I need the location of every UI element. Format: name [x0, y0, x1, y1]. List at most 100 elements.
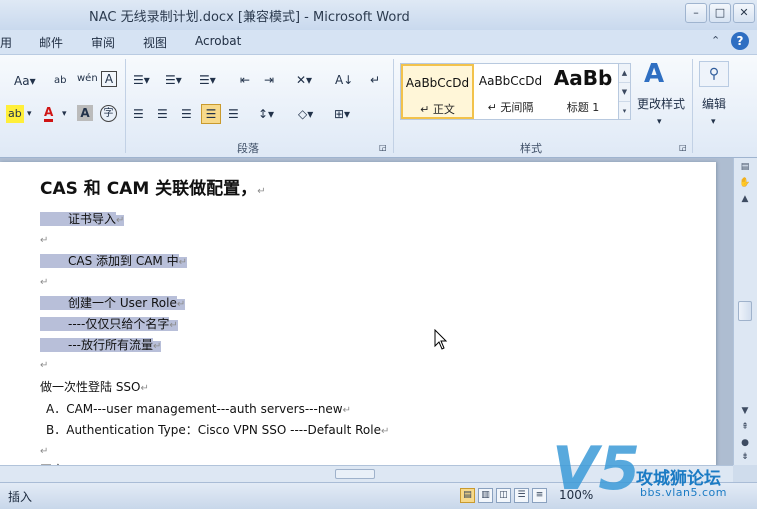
- horizontal-scroll-thumb[interactable]: [335, 469, 375, 479]
- print-layout-view-icon[interactable]: ▤: [460, 488, 475, 503]
- document-line[interactable]: 做一次性登陆 SSO↵: [40, 378, 149, 395]
- change-case-button[interactable]: Aa▾: [14, 72, 36, 90]
- document-line[interactable]: CAS 添加到 CAM 中↵: [40, 252, 187, 269]
- document-text: CAS 添加到 CAM 中: [40, 254, 179, 268]
- document-line[interactable]: CAS 和 CAM 关联做配置，↵: [40, 174, 266, 199]
- tab-mailings[interactable]: 邮件: [39, 34, 63, 51]
- style-name: ↵ 正文: [420, 103, 455, 116]
- asian-layout-button[interactable]: ✕▾: [296, 71, 312, 89]
- styles-dialog-launcher-icon[interactable]: ◲: [679, 139, 687, 157]
- change-styles-dropdown-icon[interactable]: ▾: [657, 113, 662, 131]
- editing-dropdown-icon[interactable]: ▾: [711, 113, 716, 131]
- insert-mode-status[interactable]: 插入: [8, 488, 32, 505]
- gallery-down-icon[interactable]: ▼: [619, 83, 630, 102]
- document-area: CAS 和 CAM 关联做配置，↵ 证书导入↵ ↵ CAS 添加到 CAM 中↵ ↵ 创建…: [0, 158, 733, 465]
- pan-hand-icon[interactable]: ✋: [737, 176, 753, 190]
- vertical-scrollbar[interactable]: ▤ ✋ ▲ ▼ ⇞ ● ⇟: [733, 158, 757, 465]
- gallery-more-icon[interactable]: ▾: [619, 102, 630, 121]
- align-center-button[interactable]: ☰: [157, 105, 168, 123]
- document-line[interactable]: ↵: [40, 443, 48, 457]
- maximize-button[interactable]: □: [709, 3, 731, 23]
- previous-page-icon[interactable]: ⇞: [737, 420, 753, 434]
- sort-button[interactable]: A↓: [335, 71, 353, 89]
- font-color-button[interactable]: A: [44, 105, 54, 122]
- font-color-dropdown-icon[interactable]: ▾: [62, 105, 67, 123]
- tab-review[interactable]: 审阅: [91, 34, 115, 51]
- tab-partial[interactable]: 用: [0, 34, 12, 51]
- style-name: 标题 1: [566, 101, 600, 114]
- document-text: B．Authentication Type：Cisco VPN SSO ----…: [46, 423, 381, 437]
- highlight-dropdown-icon[interactable]: ▾: [27, 105, 32, 123]
- document-line[interactable]: B．Authentication Type：Cisco VPN SSO ----…: [40, 421, 389, 438]
- ribbon: Aa▾ ab wén A ab ▾ A ▾ A 字 ☰▾ ☰▾ ☰▾ ⇤ ⇥ ✕…: [0, 54, 757, 158]
- change-styles-icon[interactable]: A: [644, 59, 664, 89]
- style-heading-1[interactable]: AaBb 标题 1: [547, 64, 619, 119]
- show-marks-button[interactable]: ↵: [370, 71, 380, 89]
- style-no-spacing[interactable]: AaBbCcDd ↵ 无间隔: [474, 64, 547, 119]
- char-shading-button[interactable]: A: [77, 105, 93, 121]
- scroll-down-icon[interactable]: ▼: [737, 404, 753, 418]
- justify-button[interactable]: ☰: [201, 104, 221, 124]
- highlight-button[interactable]: ab: [6, 105, 24, 123]
- numbering-button[interactable]: ☰▾: [165, 71, 182, 89]
- document-line[interactable]: 创建一个 User Role↵: [40, 294, 186, 311]
- document-line[interactable]: ↵: [40, 232, 48, 246]
- scroll-up-icon[interactable]: ▲: [737, 192, 753, 206]
- watermark-logo: V5: [552, 434, 641, 504]
- binoculars-icon[interactable]: ⚲: [699, 61, 729, 87]
- close-button[interactable]: ✕: [733, 3, 755, 23]
- clear-format-icon[interactable]: ab: [54, 72, 66, 90]
- ribbon-tabs: 用 邮件 审阅 视图 Acrobat: [0, 30, 757, 54]
- web-layout-view-icon[interactable]: ◫: [496, 488, 511, 503]
- minimize-button[interactable]: –: [685, 3, 707, 23]
- full-screen-reading-view-icon[interactable]: ▥: [478, 488, 493, 503]
- paragraph-mark-icon: ↵: [40, 446, 49, 457]
- document-text: A．CAM---user management---auth servers--…: [46, 402, 343, 416]
- group-separator: [125, 59, 126, 153]
- outline-view-icon[interactable]: ☰: [514, 488, 529, 503]
- increase-indent-button[interactable]: ⇥: [264, 71, 274, 89]
- borders-button[interactable]: ⊞▾: [334, 105, 350, 123]
- document-line[interactable]: A．CAM---user management---auth servers--…: [40, 400, 351, 417]
- enclose-char-button[interactable]: 字: [100, 105, 117, 122]
- paragraph-dialog-launcher-icon[interactable]: ◲: [379, 139, 387, 157]
- distributed-button[interactable]: ☰: [228, 105, 239, 123]
- document-line[interactable]: ↵: [40, 357, 48, 371]
- document-heading: CAS 和 CAM 关联做配置，: [40, 179, 258, 199]
- paragraph-mark-icon: ↵: [116, 215, 125, 226]
- document-text: 做一次性登陆 SSO: [40, 380, 141, 394]
- style-sample: AaBb: [553, 66, 613, 90]
- phonetic-guide-button[interactable]: wén: [77, 70, 98, 88]
- editing-button[interactable]: 编辑: [702, 95, 726, 113]
- document-line[interactable]: ----仅仅只给个名字↵: [40, 315, 178, 332]
- vertical-scroll-thumb[interactable]: [738, 301, 752, 321]
- document-line[interactable]: ↵: [40, 274, 48, 288]
- char-border-button[interactable]: A: [101, 71, 117, 87]
- help-icon[interactable]: ?: [731, 32, 749, 50]
- decrease-indent-button[interactable]: ⇤: [240, 71, 250, 89]
- title-bar: NAC 无线录制计划.docx [兼容模式] - Microsoft Word …: [0, 0, 757, 30]
- window-title: NAC 无线录制计划.docx [兼容模式] - Microsoft Word: [89, 10, 410, 25]
- style-normal[interactable]: AaBbCcDd ↵ 正文: [401, 64, 474, 119]
- draft-view-icon[interactable]: ≡: [532, 488, 547, 503]
- paragraph-mark-icon: ↵: [40, 235, 49, 246]
- tab-acrobat[interactable]: Acrobat: [195, 34, 241, 48]
- styles-gallery-scroll[interactable]: ▲ ▼ ▾: [618, 63, 631, 120]
- tab-view[interactable]: 视图: [143, 34, 167, 51]
- document-line[interactable]: ---放行所有流量↵: [40, 336, 162, 353]
- line-spacing-button[interactable]: ↕▾: [258, 105, 274, 123]
- align-right-button[interactable]: ☰: [181, 105, 192, 123]
- ruler-toggle-icon[interactable]: ▤: [737, 160, 753, 174]
- align-left-button[interactable]: ☰: [133, 105, 144, 123]
- gallery-up-icon[interactable]: ▲: [619, 64, 630, 83]
- paragraph-mark-icon: ↵: [178, 257, 187, 268]
- change-styles-button[interactable]: 更改样式: [637, 95, 685, 113]
- shading-button[interactable]: ◇▾: [298, 105, 313, 123]
- bullets-button[interactable]: ☰▾: [133, 71, 150, 89]
- watermark-url: bbs.vlan5.com: [640, 486, 727, 499]
- multilevel-list-button[interactable]: ☰▾: [199, 71, 216, 89]
- document-page[interactable]: CAS 和 CAM 关联做配置，↵ 证书导入↵ ↵ CAS 添加到 CAM 中↵ ↵ 创建…: [0, 162, 716, 465]
- style-name: ↵ 无间隔: [487, 101, 534, 114]
- minimize-ribbon-icon[interactable]: ⌃: [711, 34, 720, 47]
- document-line[interactable]: 证书导入↵: [40, 210, 125, 227]
